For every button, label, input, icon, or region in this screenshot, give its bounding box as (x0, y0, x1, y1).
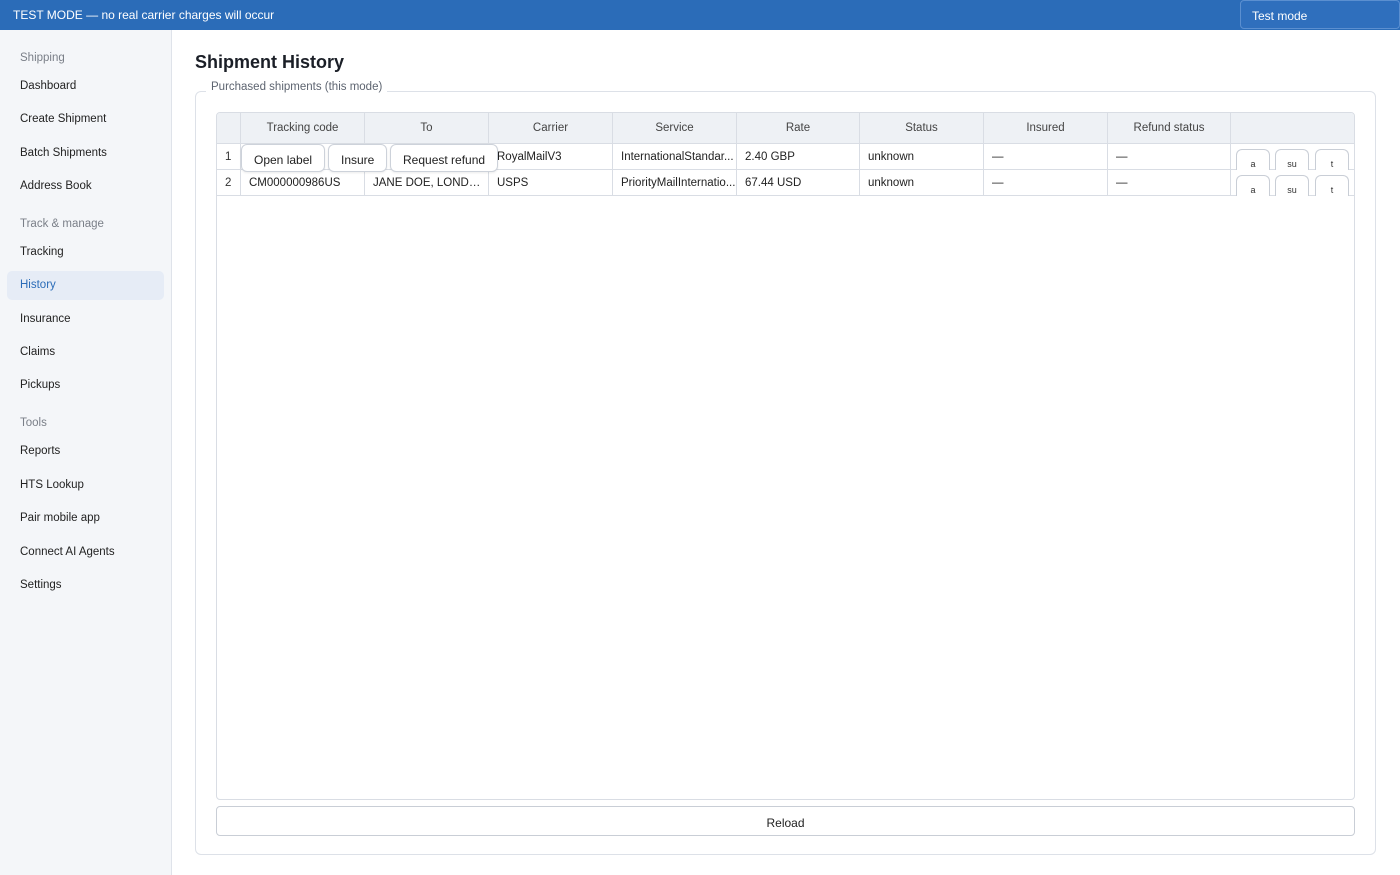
reload-button[interactable]: Reload (216, 806, 1355, 836)
nav-section-track-manage: Track & manage (20, 218, 104, 230)
header-row-number (217, 113, 241, 144)
sidebar-item-pickups[interactable]: Pickups (7, 371, 164, 400)
sidebar-item-claims[interactable]: Claims (7, 338, 164, 367)
cell-insured[interactable]: — (984, 144, 1108, 170)
sidebar-item-connect-ai-agents[interactable]: Connect AI Agents (7, 538, 164, 567)
header-actions (1231, 113, 1354, 144)
cell-status[interactable]: unknown (860, 144, 984, 170)
sidebar-item-tracking[interactable]: Tracking (7, 238, 164, 267)
group-title: Purchased shipments (this mode) (206, 81, 388, 93)
banner-text: TEST MODE — no real carrier charges will… (13, 8, 275, 22)
sidebar: Shipping Dashboard Create Shipment Batch… (0, 30, 172, 875)
header-tracking-code[interactable]: Tracking code (241, 113, 365, 144)
sidebar-item-dashboard[interactable]: Dashboard (7, 72, 164, 101)
sidebar-item-batch-shipments[interactable]: Batch Shipments (7, 139, 164, 168)
sidebar-item-hts-lookup[interactable]: HTS Lookup (7, 471, 164, 500)
cell-actions: a su t (1231, 170, 1354, 196)
cell-insured[interactable]: — (984, 170, 1108, 196)
cell-rate[interactable]: 67.44 USD (737, 170, 860, 196)
mode-select[interactable]: Test mode (1240, 0, 1400, 29)
cell-carrier[interactable]: RoyalMailV3 (489, 144, 613, 170)
open-label-button[interactable]: Open label (241, 144, 326, 172)
test-mode-banner: TEST MODE — no real carrier charges will… (0, 0, 1400, 30)
cell-service[interactable]: PriorityMailInternatio... (613, 170, 737, 196)
header-insured[interactable]: Insured (984, 113, 1108, 144)
header-to[interactable]: To (365, 113, 489, 144)
table-row[interactable]: 2 CM000000986US JANE DOE, LONDON,... USP… (217, 170, 1354, 196)
sidebar-item-create-shipment[interactable]: Create Shipment (7, 105, 164, 134)
row-number: 1 (217, 144, 241, 170)
table-header: Tracking code To Carrier Service Rate St… (217, 113, 1354, 144)
cell-carrier[interactable]: USPS (489, 170, 613, 196)
nav-section-tools: Tools (20, 417, 47, 429)
cell-refund-status[interactable]: — (1108, 144, 1231, 170)
table-row[interactable]: 1 L RoyalMailV3 InternationalStandar... … (217, 144, 1354, 170)
cell-actions: a su t (1231, 144, 1354, 170)
row-open-label-button[interactable]: a (1236, 149, 1270, 170)
sidebar-item-address-book[interactable]: Address Book (7, 172, 164, 201)
header-service[interactable]: Service (613, 113, 737, 144)
insure-button[interactable]: Insure (328, 144, 388, 172)
header-carrier[interactable]: Carrier (489, 113, 613, 144)
sidebar-item-insurance[interactable]: Insurance (7, 305, 164, 334)
sidebar-item-history[interactable]: History (7, 271, 164, 300)
cell-refund-status[interactable]: — (1108, 170, 1231, 196)
cell-tracking-code[interactable]: CM000000986US (241, 170, 365, 196)
page-title: Shipment History (195, 52, 345, 72)
header-refund-status[interactable]: Refund status (1108, 113, 1231, 144)
row-insure-button[interactable]: su (1275, 175, 1309, 196)
cell-status[interactable]: unknown (860, 170, 984, 196)
row-refund-button[interactable]: t (1315, 149, 1349, 170)
nav-section-shipping: Shipping (20, 52, 65, 64)
header-rate[interactable]: Rate (737, 113, 860, 144)
row-refund-button[interactable]: t (1315, 175, 1349, 196)
request-refund-button[interactable]: Request refund (390, 144, 499, 172)
row-open-label-button[interactable]: a (1236, 175, 1270, 196)
header-status[interactable]: Status (860, 113, 984, 144)
row-number: 2 (217, 170, 241, 196)
main-content: Shipment History Purchased shipments (th… (172, 30, 1400, 875)
cell-rate[interactable]: 2.40 GBP (737, 144, 860, 170)
row-insure-button[interactable]: su (1275, 149, 1309, 170)
sidebar-item-pair-mobile-app[interactable]: Pair mobile app (7, 504, 164, 533)
shipments-table: Tracking code To Carrier Service Rate St… (216, 112, 1355, 800)
cell-to[interactable]: JANE DOE, LONDON,... (365, 170, 489, 196)
sidebar-item-settings[interactable]: Settings (7, 571, 164, 600)
cell-service[interactable]: InternationalStandar... (613, 144, 737, 170)
sidebar-item-reports[interactable]: Reports (7, 437, 164, 466)
